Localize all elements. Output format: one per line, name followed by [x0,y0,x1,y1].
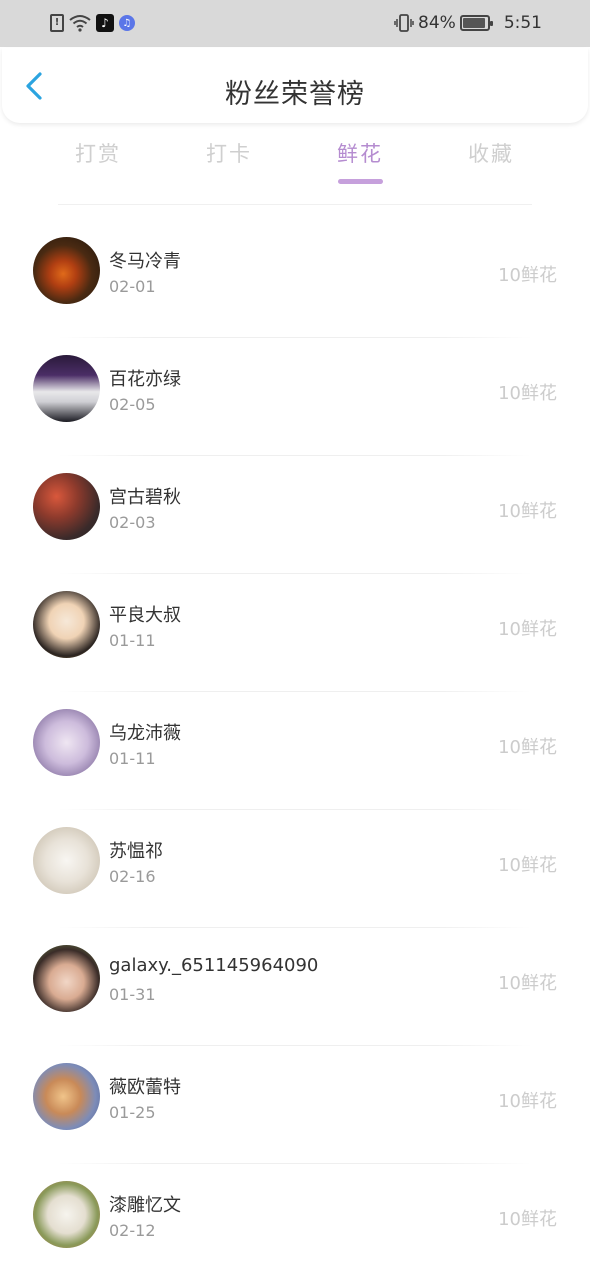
fan-row[interactable]: 苏愠祁 02-16 10鲜花 [0,810,590,928]
fan-name: 乌龙沛薇 [109,723,181,744]
fan-date: 01-31 [109,985,156,1004]
page-title: 粉丝荣誉榜 [225,79,365,110]
fan-date: 01-11 [109,631,156,650]
flower-count: 10鲜花 [498,973,557,994]
avatar[interactable] [33,237,100,304]
fan-name: 平良大叔 [109,605,181,626]
fan-name: 苏愠祁 [109,841,163,862]
fan-date: 01-11 [109,749,156,768]
fan-name: 薇欧蕾特 [109,1077,181,1098]
tab-favorites[interactable]: 收藏 [446,138,536,168]
fan-name: 冬马冷青 [109,251,181,272]
header: 粉丝荣誉榜 [2,48,588,123]
tiktok-icon: ♪ [96,14,114,32]
active-tab-indicator [338,179,383,184]
clock: 5:51 [503,13,542,33]
flower-count: 10鲜花 [498,1209,557,1230]
flower-count: 10鲜花 [498,737,557,758]
fan-name: 漆雕忆文 [109,1195,181,1216]
fan-date: 02-03 [109,513,156,532]
wifi-icon [69,14,91,32]
avatar[interactable] [33,1063,100,1130]
tab-bar: 打赏 打卡 鲜花 收藏 [0,138,590,188]
avatar[interactable] [33,945,100,1012]
fan-row[interactable]: galaxy._651145964090 01-31 10鲜花 [0,928,590,1046]
fan-date: 02-16 [109,867,156,886]
battery-fill [462,18,485,28]
avatar[interactable] [33,473,100,540]
fan-date: 02-05 [109,395,156,414]
battery-icon [459,15,493,31]
avatar[interactable] [33,355,100,422]
avatar[interactable] [33,1181,100,1248]
fan-date: 02-01 [109,277,156,296]
music-app-icon: ♫ [119,15,135,31]
fan-name: 宫古碧秋 [109,487,181,508]
vibrate-icon [394,14,414,32]
fan-date: 01-25 [109,1103,156,1122]
fan-row[interactable]: 薇欧蕾特 01-25 10鲜花 [0,1046,590,1164]
fan-row[interactable]: 百花亦绿 02-05 10鲜花 [0,338,590,456]
flower-count: 10鲜花 [498,501,557,522]
flower-count: 10鲜花 [498,619,557,640]
sim-alert-icon: ! [50,14,64,32]
flower-count: 10鲜花 [498,383,557,404]
tab-reward[interactable]: 打赏 [53,138,143,168]
fan-name: 百花亦绿 [109,369,181,390]
divider [58,204,532,205]
fan-name: galaxy._651145964090 [109,955,319,976]
fan-list: 冬马冷青 02-01 10鲜花 百花亦绿 02-05 10鲜花 宫古碧秋 02-… [0,220,590,1280]
fan-row[interactable]: 宫古碧秋 02-03 10鲜花 [0,456,590,574]
tab-checkin[interactable]: 打卡 [184,138,274,168]
status-right: 84% 5:51 [394,12,542,34]
fan-row[interactable]: 冬马冷青 02-01 10鲜花 [0,220,590,338]
avatar[interactable] [33,827,100,894]
status-bar: ! ♪ ♫ 84% 5:51 [0,0,590,47]
avatar[interactable] [33,709,100,776]
fan-row[interactable]: 漆雕忆文 02-12 10鲜花 [0,1164,590,1280]
flower-count: 10鲜花 [498,265,557,286]
fan-row[interactable]: 乌龙沛薇 01-11 10鲜花 [0,692,590,810]
flower-count: 10鲜花 [498,1091,557,1112]
avatar[interactable] [33,591,100,658]
battery-percent: 84% [418,13,456,33]
fan-row[interactable]: 平良大叔 01-11 10鲜花 [0,574,590,692]
tab-flowers[interactable]: 鲜花 [315,138,405,168]
flower-count: 10鲜花 [498,855,557,876]
fan-date: 02-12 [109,1221,156,1240]
status-left-icons: ! ♪ ♫ [50,13,135,33]
